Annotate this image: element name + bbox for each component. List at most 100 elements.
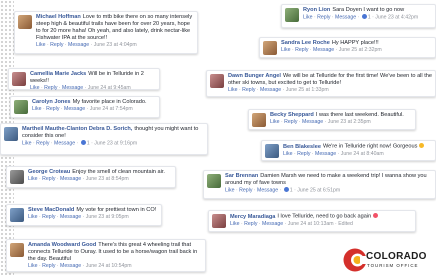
like-link[interactable]: Like xyxy=(30,85,40,91)
avatar[interactable] xyxy=(263,41,277,55)
message-link[interactable]: Message xyxy=(54,141,75,147)
comment-meta: Like · Reply · Message · June 24 at 7:54… xyxy=(32,106,133,112)
comment-time[interactable]: June 23 at 9:16pm xyxy=(94,141,137,147)
comment-meta: Like · Reply · Message · June 24 at 9:45… xyxy=(30,85,131,91)
comment-time[interactable]: June 25 at 1:33pm xyxy=(286,87,329,93)
commenter-name[interactable]: Carolyn Jones xyxy=(32,99,71,105)
avatar[interactable] xyxy=(252,113,266,127)
reply-link[interactable]: Reply xyxy=(50,42,63,48)
comment-time[interactable]: June 24 at 7:54pm xyxy=(90,106,133,112)
commenter-name[interactable]: Dawn Bunger Angel xyxy=(228,73,281,79)
reply-link[interactable]: Reply xyxy=(46,106,59,112)
commenter-name[interactable]: Ben Blakeslee xyxy=(283,144,321,150)
message-link[interactable]: Message xyxy=(60,214,81,220)
reply-link[interactable]: Reply xyxy=(239,188,252,194)
comment-time[interactable]: June 23 at 2:35pm xyxy=(328,119,371,125)
comment-text: My favorite place in Colorado. xyxy=(72,99,147,105)
comment-time[interactable]: June 24 at 10:13am · Edited xyxy=(288,221,353,227)
like-link[interactable]: Like xyxy=(225,188,235,194)
commenter-name[interactable]: Camellia Marie Jacks xyxy=(30,71,86,77)
like-link[interactable]: Like xyxy=(283,151,293,157)
comment-meta: Like · Reply · Message · June 23 at 8:54… xyxy=(28,176,129,182)
commenter-name[interactable]: Steve MacDonald xyxy=(28,207,74,213)
reply-link[interactable]: Reply xyxy=(42,214,55,220)
message-link[interactable]: Message xyxy=(302,119,323,125)
commenter-name[interactable]: Martheil Mauthe-Clanton Debra D. Sorich, xyxy=(22,126,132,132)
reaction-count[interactable]: 1 xyxy=(368,15,371,21)
comment-time[interactable]: June 24 at 9:45am xyxy=(88,85,131,91)
avatar[interactable] xyxy=(14,100,28,114)
comment-time[interactable]: June 24 at 10:54pm xyxy=(86,263,132,269)
like-link[interactable]: Like xyxy=(228,87,238,93)
like-link[interactable]: Like xyxy=(303,15,313,21)
comment-time[interactable]: June 24 at 8:40am xyxy=(341,151,384,157)
reply-link[interactable]: Reply xyxy=(317,15,330,21)
commenter-name[interactable]: Mercy Maradiaga xyxy=(230,214,275,220)
message-link[interactable]: Message xyxy=(64,106,85,112)
message-link[interactable]: Message xyxy=(257,188,278,194)
comment-card: Mercy Maradiaga I love Telluride, need to… xyxy=(208,210,416,232)
avatar[interactable] xyxy=(10,243,24,257)
message-link[interactable]: Message xyxy=(60,176,81,182)
message-link[interactable]: Message xyxy=(260,87,281,93)
avatar[interactable] xyxy=(285,8,299,22)
commenter-name[interactable]: Sar Brennan xyxy=(225,173,258,179)
reply-link[interactable]: Reply xyxy=(284,119,297,125)
like-link[interactable]: Like xyxy=(32,106,42,112)
reply-link[interactable]: Reply xyxy=(44,85,57,91)
avatar[interactable] xyxy=(265,144,279,158)
comment-card: Carolyn Jones My favorite place in Colora… xyxy=(10,96,160,118)
message-link[interactable]: Message xyxy=(60,263,81,269)
avatar[interactable] xyxy=(12,72,26,86)
reaction-count[interactable]: 1 xyxy=(290,188,293,194)
avatar[interactable] xyxy=(212,214,226,228)
comment-text: Enjoy the smell of clean mountain air. xyxy=(72,169,165,175)
comment-time[interactable]: June 25 at 2:32pm xyxy=(339,47,382,53)
commenter-name[interactable]: Michael Hoffman xyxy=(36,14,81,20)
reply-link[interactable]: Reply xyxy=(295,47,308,53)
avatar[interactable] xyxy=(18,15,32,29)
commenter-name[interactable]: Amanda Woodward Good xyxy=(28,242,96,248)
commenter-name[interactable]: George Croteau xyxy=(28,169,70,175)
reply-link[interactable]: Reply xyxy=(42,263,55,269)
like-link[interactable]: Like xyxy=(36,42,46,48)
like-link[interactable]: Like xyxy=(22,141,32,147)
like-link[interactable]: Like xyxy=(281,47,291,53)
reply-link[interactable]: Reply xyxy=(242,87,255,93)
reply-link[interactable]: Reply xyxy=(42,176,55,182)
comment-time[interactable]: June 23 at 8:54pm xyxy=(86,176,129,182)
commenter-name[interactable]: Sandra Lee Roche xyxy=(281,40,330,46)
message-link[interactable]: Message xyxy=(62,85,83,91)
avatar[interactable] xyxy=(210,74,224,88)
comment-time[interactable]: June 23 at 9:05pm xyxy=(86,214,129,220)
commenter-name[interactable]: Becky Sheppard xyxy=(270,112,314,118)
comment-text: My vote for prettiest town in CO! xyxy=(76,207,157,213)
like-link[interactable]: Like xyxy=(28,176,38,182)
message-link[interactable]: Message xyxy=(68,42,89,48)
reply-link[interactable]: Reply xyxy=(36,141,49,147)
reaction-count[interactable]: 1 xyxy=(87,141,90,147)
comment-meta: Like · Reply · Message · 1 · June 25 at … xyxy=(225,187,341,194)
comment-meta: Like · Reply · Message · June 25 at 1:33… xyxy=(228,87,329,93)
message-link[interactable]: Message xyxy=(315,151,336,157)
like-link[interactable]: Like xyxy=(230,221,240,227)
commenter-name[interactable]: Ryon Lion xyxy=(303,7,330,13)
comment-text: I was there last weekend. Beautiful. xyxy=(315,112,404,118)
like-link[interactable]: Like xyxy=(28,263,38,269)
reply-link[interactable]: Reply xyxy=(244,221,257,227)
colorado-tourism-logo: COLORADO TOURISM OFFICE xyxy=(342,245,434,275)
message-link[interactable]: Message xyxy=(262,221,283,227)
avatar[interactable] xyxy=(207,174,221,188)
like-link[interactable]: Like xyxy=(270,119,280,125)
reply-link[interactable]: Reply xyxy=(297,151,310,157)
comment-time[interactable]: June 25 at 6:51pm xyxy=(297,188,340,194)
avatar[interactable] xyxy=(4,127,18,141)
message-link[interactable]: Message xyxy=(313,47,334,53)
comment-time[interactable]: June 23 at 4:42pm xyxy=(375,15,418,21)
message-link[interactable]: Message xyxy=(335,15,356,21)
like-link[interactable]: Like xyxy=(28,214,38,220)
comment-time[interactable]: June 23 at 4:04pm xyxy=(94,42,137,48)
avatar[interactable] xyxy=(10,170,24,184)
avatar[interactable] xyxy=(10,208,24,222)
comment-card: Sandra Lee Roche Hy HAPPY place!!! Like ·… xyxy=(259,37,436,58)
